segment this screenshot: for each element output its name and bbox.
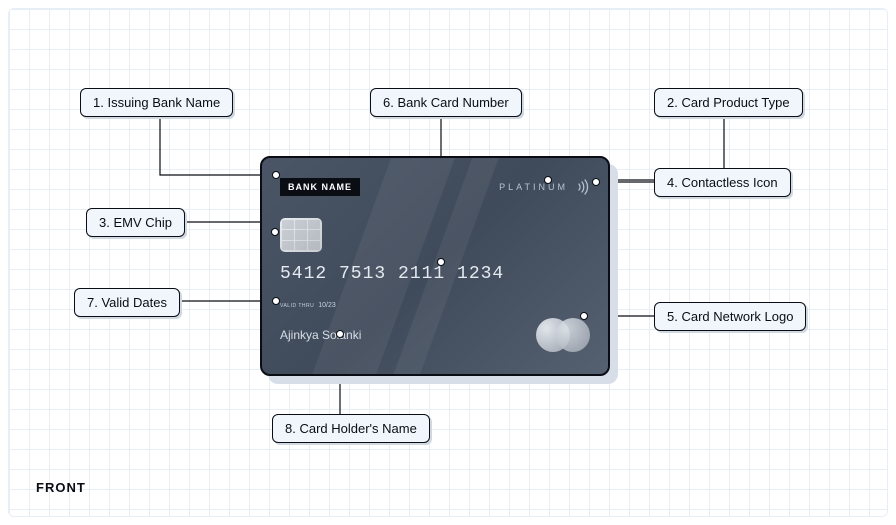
callout-issuing-bank: 1. Issuing Bank Name	[80, 88, 233, 117]
anchor-dot	[437, 258, 445, 266]
anchor-dot	[580, 312, 588, 320]
callout-card-product-type: 2. Card Product Type	[654, 88, 803, 117]
anchor-dot	[336, 330, 344, 338]
callout-valid-dates: 7. Valid Dates	[74, 288, 180, 317]
callout-network-logo: 5. Card Network Logo	[654, 302, 806, 331]
credit-card-front: BANK NAME PLATINUM 5412 7513 2111 1234 V…	[260, 156, 610, 376]
callout-holder-name: 8. Card Holder's Name	[272, 414, 430, 443]
valid-dates: VALID THRU 10/23	[280, 302, 336, 309]
valid-thru-label: VALID THRU	[280, 303, 314, 309]
callout-contactless-icon: 4. Contactless Icon	[654, 168, 791, 197]
diagram-label: FRONT	[36, 480, 86, 495]
callout-bank-card-number: 6. Bank Card Number	[370, 88, 522, 117]
anchor-dot	[272, 297, 280, 305]
issuing-bank-name: BANK NAME	[280, 178, 360, 196]
card-holder-name: Ajinkya Solanki	[280, 328, 361, 342]
bank-card-number: 5412 7513 2111 1234	[280, 264, 504, 284]
callout-emv-chip: 3. EMV Chip	[86, 208, 185, 237]
emv-chip-icon	[280, 218, 322, 252]
anchor-dot	[592, 178, 600, 186]
card-network-logo-icon	[536, 318, 590, 352]
anchor-dot	[271, 228, 279, 236]
anchor-dot	[544, 176, 552, 184]
contactless-icon	[576, 179, 592, 200]
valid-thru-date: 10/23	[318, 302, 336, 309]
anchor-dot	[272, 171, 280, 179]
card-product-type: PLATINUM	[499, 182, 568, 192]
